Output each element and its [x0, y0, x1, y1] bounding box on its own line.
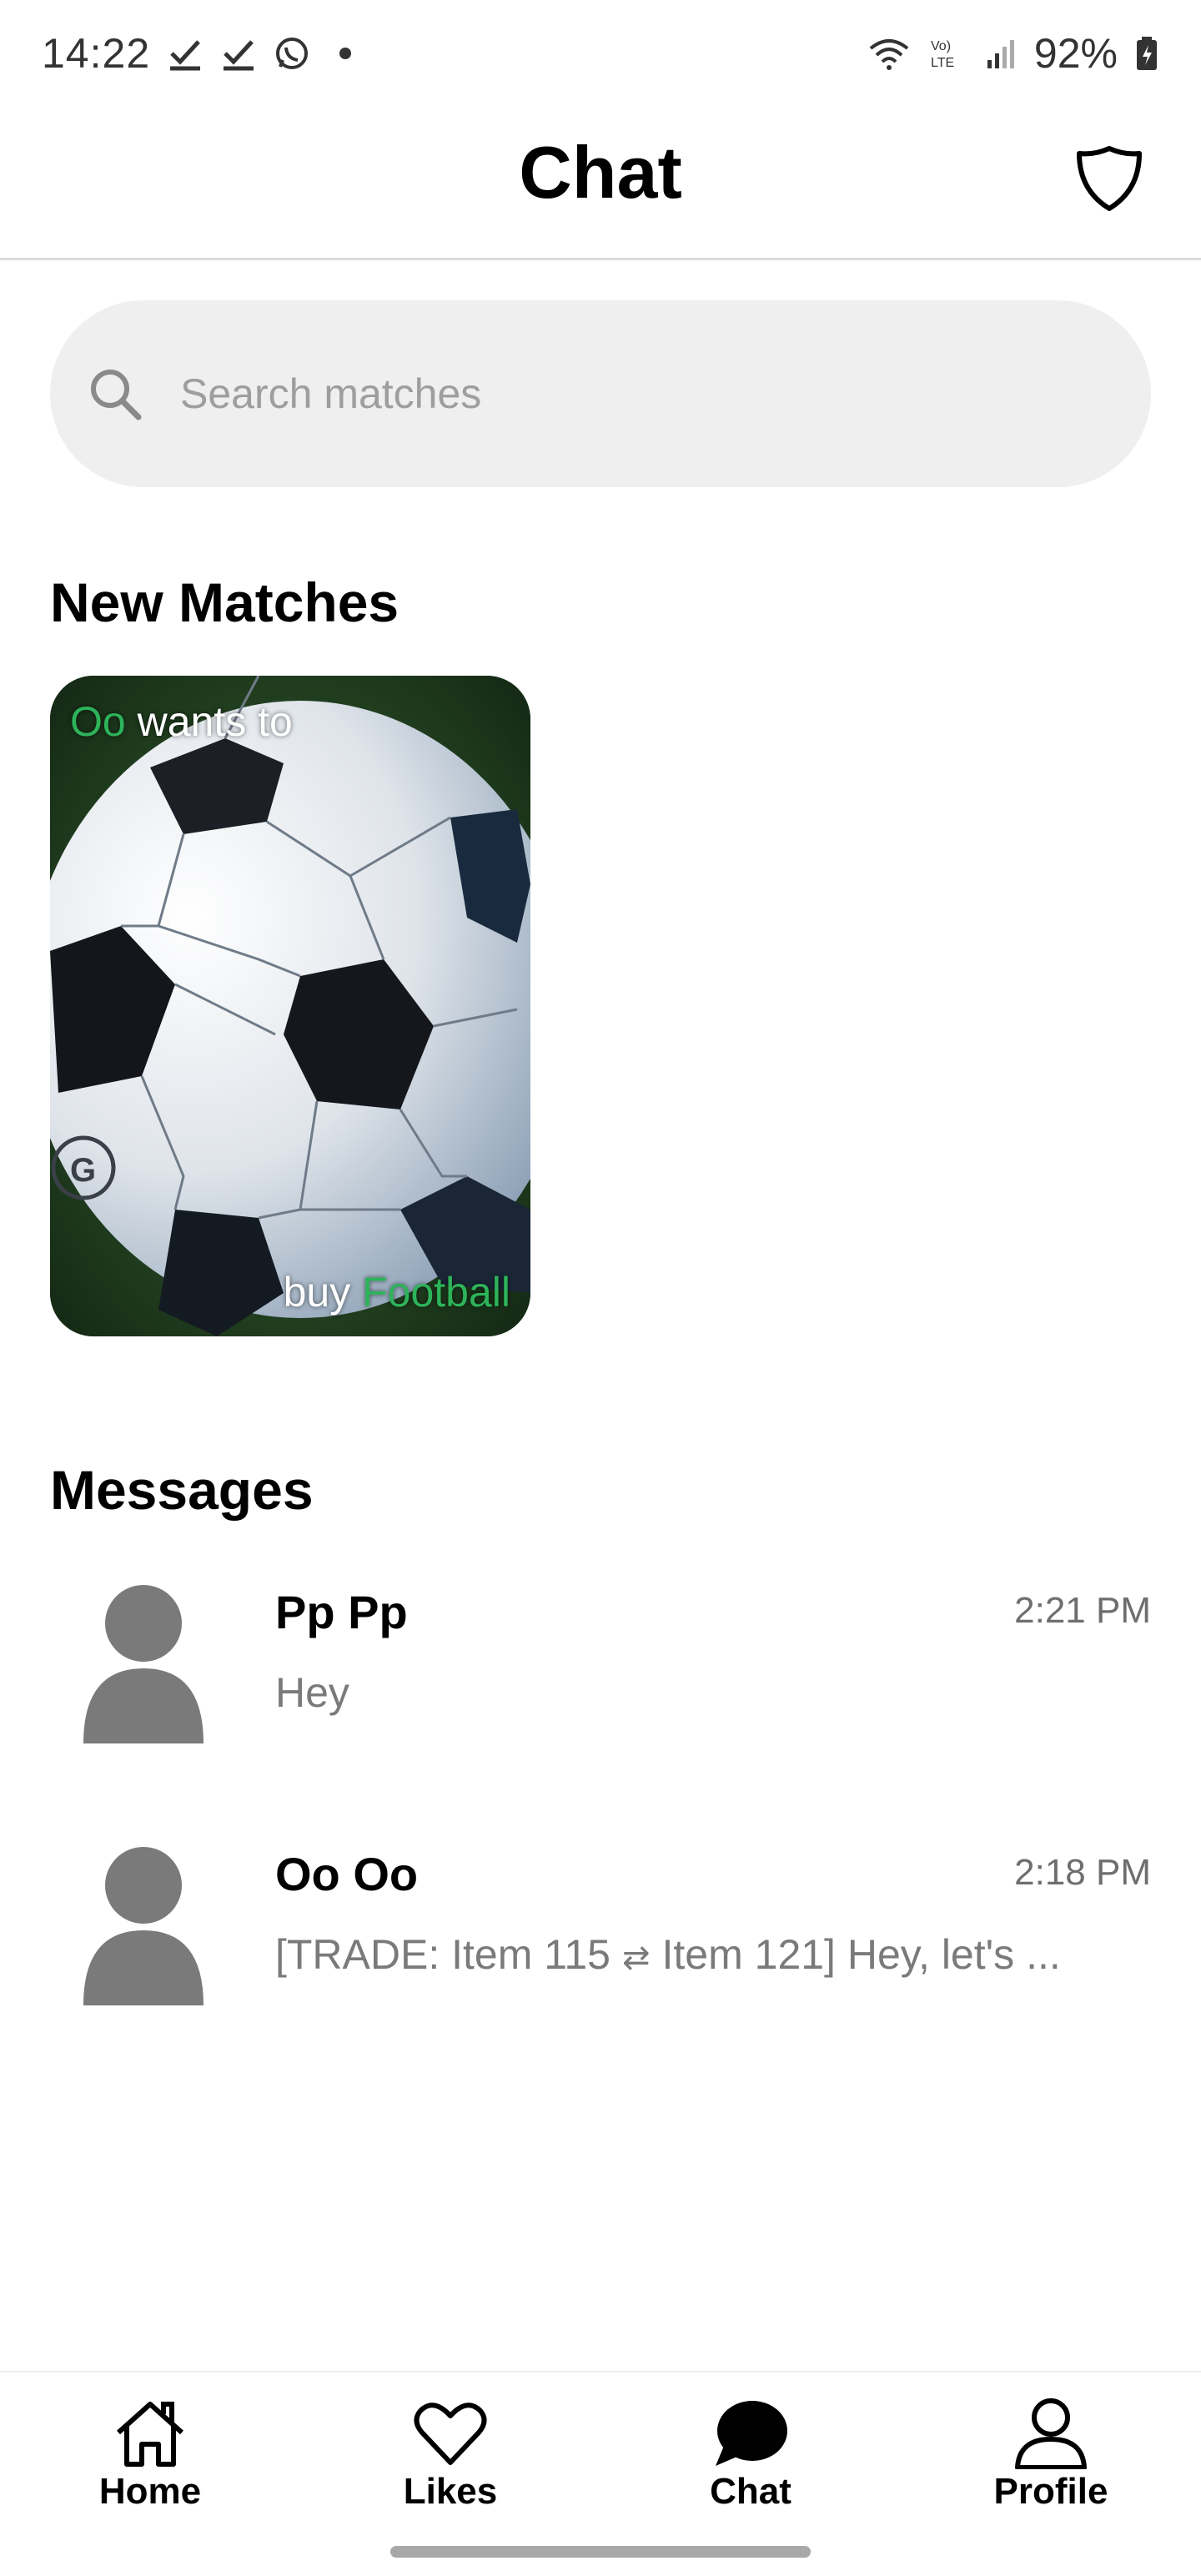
person-avatar-icon: [83, 1585, 204, 1743]
search-bar[interactable]: [50, 300, 1151, 487]
message-row[interactable]: Oo Oo 2:18 PM [TRADE: Item 115 ⇄ Item 121]…: [0, 1822, 1201, 2022]
new-matches-heading: New Matches: [50, 571, 399, 633]
status-time: 14:22: [42, 30, 151, 77]
preview-start: [TRADE: Item 115: [275, 1931, 611, 1978]
check-icon: [224, 40, 254, 71]
message-preview: [TRADE: Item 115 ⇄ Item 121] Hey, let's ..…: [275, 1930, 1109, 1979]
preview-end: Item 121] Hey, let's ...: [661, 1931, 1061, 1978]
dot-icon: [339, 48, 352, 59]
match-card[interactable]: G Oo wants to buy Football: [50, 676, 530, 1336]
match-bottom-text: buy Football: [284, 1268, 510, 1316]
battery-percent: 92%: [1033, 30, 1118, 77]
wifi-icon: [869, 39, 909, 70]
messages-heading: Messages: [50, 1459, 314, 1521]
message-sender: Oo Oo: [275, 1848, 419, 1900]
volte-icon: Vo) LTE: [931, 39, 954, 70]
match-item: Football: [362, 1269, 510, 1316]
home-indicator[interactable]: [390, 2546, 811, 2558]
page-title: Chat: [519, 131, 682, 214]
search-icon: [91, 370, 142, 420]
person-icon: [1015, 2398, 1087, 2469]
search-input[interactable]: [180, 370, 1098, 418]
match-user: Oo: [70, 698, 126, 745]
match-verb: buy: [283, 1269, 363, 1316]
nav-chat-label: Chat: [710, 2471, 791, 2512]
message-row[interactable]: Pp Pp 2:21 PM Hey: [0, 1560, 1201, 1760]
message-sender: Pp Pp: [275, 1586, 408, 1638]
soccer-ball-photo: G: [50, 676, 530, 1336]
nav-profile-label: Profile: [993, 2471, 1108, 2512]
nav-home[interactable]: Home: [50, 2396, 250, 2529]
status-right: Vo) LTE 92%: [867, 29, 1159, 78]
svg-text:G: G: [70, 1152, 96, 1189]
message-time: 2:21 PM: [1014, 1590, 1151, 1631]
message-preview: Hey: [275, 1669, 349, 1716]
match-top-text: Oo wants to: [70, 697, 293, 746]
status-bar: 14:22 Vo) LTE 92%: [0, 0, 1201, 107]
heart-icon: [414, 2402, 487, 2465]
person-avatar-icon: [83, 1847, 204, 2005]
shield-icon: [1077, 146, 1142, 211]
nav-likes[interactable]: Likes: [350, 2396, 550, 2529]
nav-likes-label: Likes: [403, 2471, 498, 2512]
svg-text:LTE: LTE: [931, 56, 954, 70]
swap-arrows-icon: ⇄: [621, 1940, 651, 1976]
message-time: 2:18 PM: [1014, 1852, 1151, 1893]
safety-button[interactable]: [1068, 137, 1151, 220]
nav-chat[interactable]: Chat: [651, 2396, 851, 2529]
app-header: Chat: [0, 107, 1201, 260]
match-action: wants to: [125, 698, 293, 745]
whatsapp-icon: [276, 38, 309, 69]
battery-charging-icon: [1137, 37, 1157, 70]
home-icon: [116, 2402, 184, 2467]
check-icon: [170, 40, 201, 71]
status-left: 14:22: [42, 29, 364, 78]
chat-bubble-icon: [716, 2401, 787, 2466]
signal-icon: [987, 40, 1014, 68]
nav-profile[interactable]: Profile: [951, 2396, 1151, 2529]
svg-text:Vo): Vo): [931, 39, 951, 53]
nav-home-label: Home: [98, 2471, 202, 2512]
chat-screen: 14:22 Vo) LTE 92% Chat Search matches Ne…: [0, 0, 1201, 2576]
